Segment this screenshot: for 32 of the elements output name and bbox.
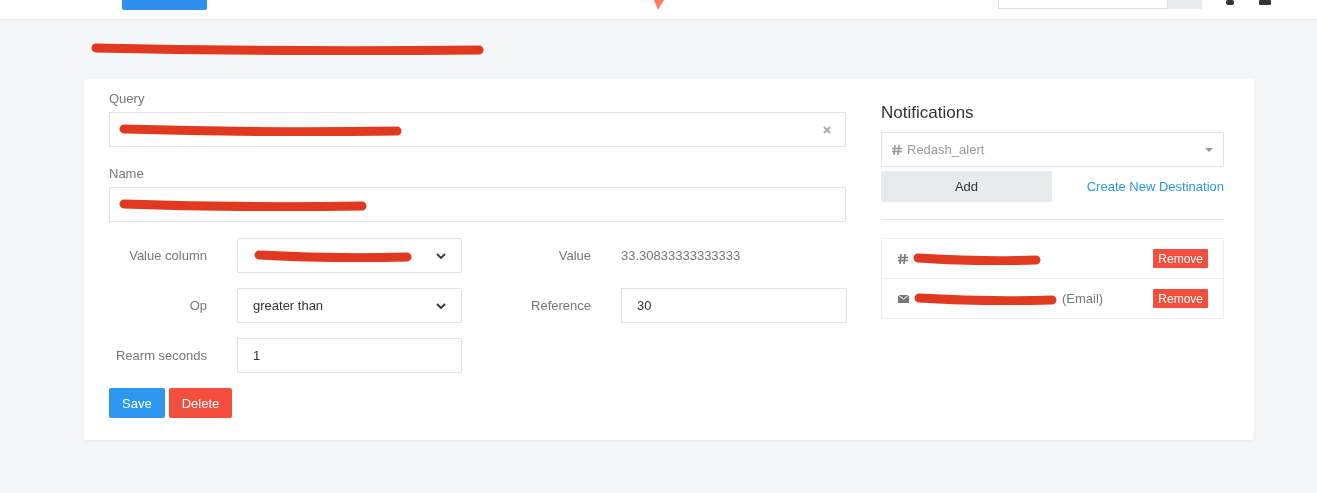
destination-select[interactable]: Redash_alert: [881, 132, 1224, 167]
logo-icon: [651, 0, 666, 10]
section-title: Notifications: [881, 103, 975, 123]
chevron-down-icon: [436, 302, 446, 309]
value-column-select[interactable]: [237, 238, 462, 273]
remove-button[interactable]: Remove: [1153, 289, 1208, 308]
rearm-seconds-field[interactable]: 1: [237, 338, 462, 373]
remove-button[interactable]: Remove: [1153, 249, 1208, 268]
add-button[interactable]: Add: [881, 171, 1052, 202]
field-label: Name: [109, 166, 145, 181]
field-label: Value column: [128, 248, 207, 263]
field-label: Value: [557, 248, 591, 263]
create-destination-link[interactable]: Create New Destination: [1086, 179, 1224, 194]
chevron-down-icon: [436, 252, 446, 259]
field-label: Op: [188, 298, 207, 313]
field-label: Rearm seconds: [114, 348, 207, 363]
field-label: Reference: [530, 298, 591, 313]
clear-icon[interactable]: [823, 125, 831, 134]
hash-icon: [892, 144, 902, 155]
envelope-icon: [898, 294, 909, 303]
save-button[interactable]: Save: [109, 388, 165, 418]
name-field[interactable]: [109, 187, 846, 222]
reference-field[interactable]: 30: [621, 288, 847, 323]
op-select[interactable]: greater than: [237, 288, 462, 323]
value-text: 33.30833333333333: [621, 248, 742, 263]
destination-type: (Email): [1062, 291, 1104, 306]
query-select[interactable]: [109, 112, 846, 147]
delete-button[interactable]: Delete: [168, 388, 233, 418]
caret-icon: [1205, 147, 1213, 152]
field-label: Query: [109, 91, 146, 106]
search-field[interactable]: [998, 0, 1168, 9]
hash-icon: [898, 253, 908, 264]
